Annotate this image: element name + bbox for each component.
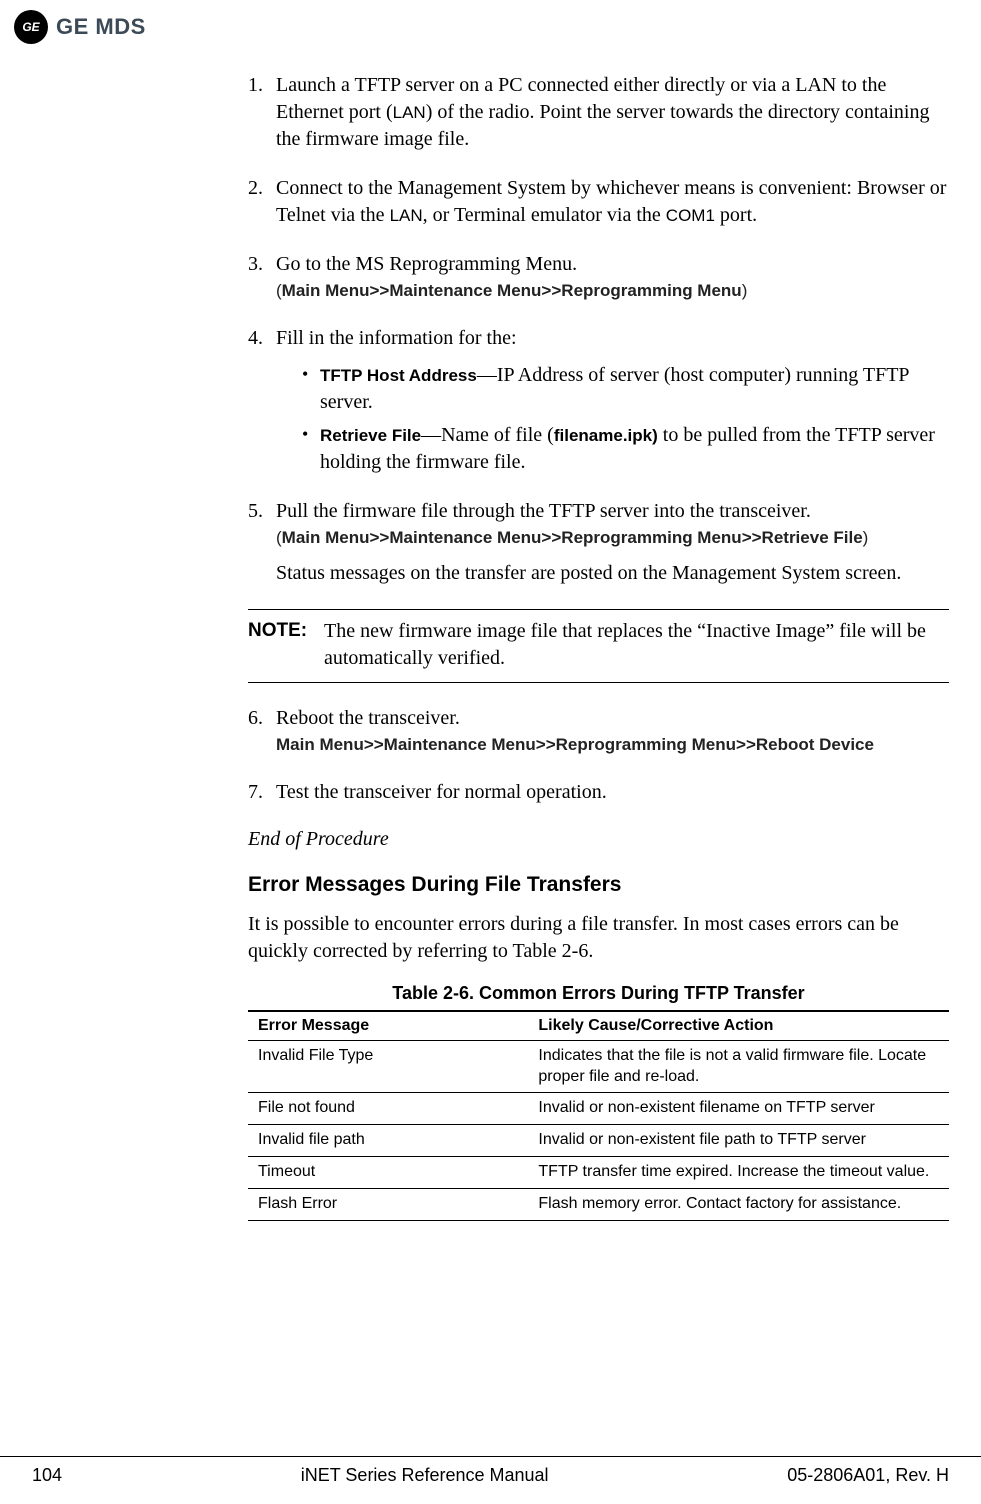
- table-header-cause: Likely Cause/Corrective Action: [528, 1011, 949, 1041]
- step-text: Reboot the transceiver.: [276, 707, 460, 729]
- page-header: GE GE MDS: [0, 0, 981, 50]
- step-text: Test the transceiver for normal operatio…: [276, 781, 607, 803]
- bullet-item: Retrieve File—Name of file (filename.ipk…: [302, 422, 949, 476]
- end-of-procedure: End of Procedure: [248, 828, 949, 851]
- table-cell-msg: Invalid File Type: [248, 1040, 528, 1093]
- bullet-text: —Name of file (: [421, 424, 554, 446]
- note-text: The new firmware image file that replace…: [324, 618, 949, 672]
- ge-logo-icon: GE: [14, 10, 48, 44]
- step-7: Test the transceiver for normal operatio…: [248, 779, 949, 806]
- page-content: Launch a TFTP server on a PC connected e…: [248, 50, 949, 1221]
- table-cell-cause: Invalid or non-existent filename on TFTP…: [528, 1093, 949, 1125]
- menu-path: Main Menu>>Maintenance Menu>>Reprogrammi…: [276, 734, 949, 757]
- step-text: , or Terminal emulator via the: [423, 204, 666, 226]
- table-cell-cause: Indicates that the file is not a valid f…: [528, 1040, 949, 1093]
- inline-code: filename.ipk): [554, 426, 658, 445]
- step-text: Pull the firmware file through the TFTP …: [276, 500, 811, 522]
- step-2: Connect to the Management System by whic…: [248, 175, 949, 229]
- step-text: Fill in the information for the:: [276, 327, 517, 349]
- table-cell-cause: Invalid or non-existent file path to TFT…: [528, 1125, 949, 1157]
- footer-page-number: 104: [32, 1465, 62, 1486]
- note-label: NOTE:: [248, 618, 324, 672]
- table-header-msg: Error Message: [248, 1011, 528, 1041]
- table-cell-msg: File not found: [248, 1093, 528, 1125]
- procedure-list-cont: Reboot the transceiver. Main Menu>>Maint…: [248, 705, 949, 806]
- menu-path-text: Main Menu>>Maintenance Menu>>Reprogrammi…: [282, 528, 863, 547]
- bullet-label: Retrieve File: [320, 426, 421, 445]
- table-row: File not found Invalid or non-existent f…: [248, 1093, 949, 1125]
- inline-code: LAN: [393, 103, 426, 122]
- menu-path: (Main Menu>>Maintenance Menu>>Reprogramm…: [276, 527, 949, 550]
- step-note: Status messages on the transfer are post…: [276, 560, 949, 587]
- table-cell-cause: Flash memory error. Contact factory for …: [528, 1188, 949, 1220]
- step-1: Launch a TFTP server on a PC connected e…: [248, 72, 949, 153]
- table-cell-msg: Flash Error: [248, 1188, 528, 1220]
- step-5: Pull the firmware file through the TFTP …: [248, 498, 949, 587]
- table-row: Flash Error Flash memory error. Contact …: [248, 1188, 949, 1220]
- step-3: Go to the MS Reprogramming Menu. (Main M…: [248, 251, 949, 303]
- menu-path-text: Main Menu>>Maintenance Menu>>Reprogrammi…: [282, 281, 742, 300]
- menu-path-text: Main Menu>>Maintenance Menu>>Reprogrammi…: [276, 735, 874, 754]
- bullet-list: TFTP Host Address—IP Address of server (…: [302, 362, 949, 476]
- page-footer: 104 iNET Series Reference Manual 05-2806…: [0, 1456, 981, 1486]
- table-row: Timeout TFTP transfer time expired. Incr…: [248, 1157, 949, 1189]
- table-cell-msg: Invalid file path: [248, 1125, 528, 1157]
- step-6: Reboot the transceiver. Main Menu>>Maint…: [248, 705, 949, 757]
- bullet-label: TFTP Host Address: [320, 366, 477, 385]
- brand-text: GE MDS: [56, 14, 146, 40]
- table-cell-cause: TFTP transfer time expired. Increase the…: [528, 1157, 949, 1189]
- inline-code: COM1: [666, 206, 715, 225]
- table-row: Invalid File Type Indicates that the fil…: [248, 1040, 949, 1093]
- error-table: Error Message Likely Cause/Corrective Ac…: [248, 1010, 949, 1221]
- table-cell-msg: Timeout: [248, 1157, 528, 1189]
- table-header-row: Error Message Likely Cause/Corrective Ac…: [248, 1011, 949, 1041]
- section-heading: Error Messages During File Transfers: [248, 873, 949, 897]
- step-text: Go to the MS Reprogramming Menu.: [276, 253, 577, 275]
- step-4: Fill in the information for the: TFTP Ho…: [248, 325, 949, 476]
- table-title: Table 2-6. Common Errors During TFTP Tra…: [248, 983, 949, 1004]
- step-text: port.: [715, 204, 757, 226]
- footer-right: 05-2806A01, Rev. H: [787, 1465, 949, 1486]
- procedure-list: Launch a TFTP server on a PC connected e…: [248, 72, 949, 587]
- table-row: Invalid file path Invalid or non-existen…: [248, 1125, 949, 1157]
- footer-center: iNET Series Reference Manual: [301, 1465, 549, 1486]
- inline-code: LAN: [390, 206, 423, 225]
- bullet-item: TFTP Host Address—IP Address of server (…: [302, 362, 949, 416]
- note-box: NOTE: The new firmware image file that r…: [248, 609, 949, 683]
- menu-path: (Main Menu>>Maintenance Menu>>Reprogramm…: [276, 280, 949, 303]
- section-intro: It is possible to encounter errors durin…: [248, 911, 949, 965]
